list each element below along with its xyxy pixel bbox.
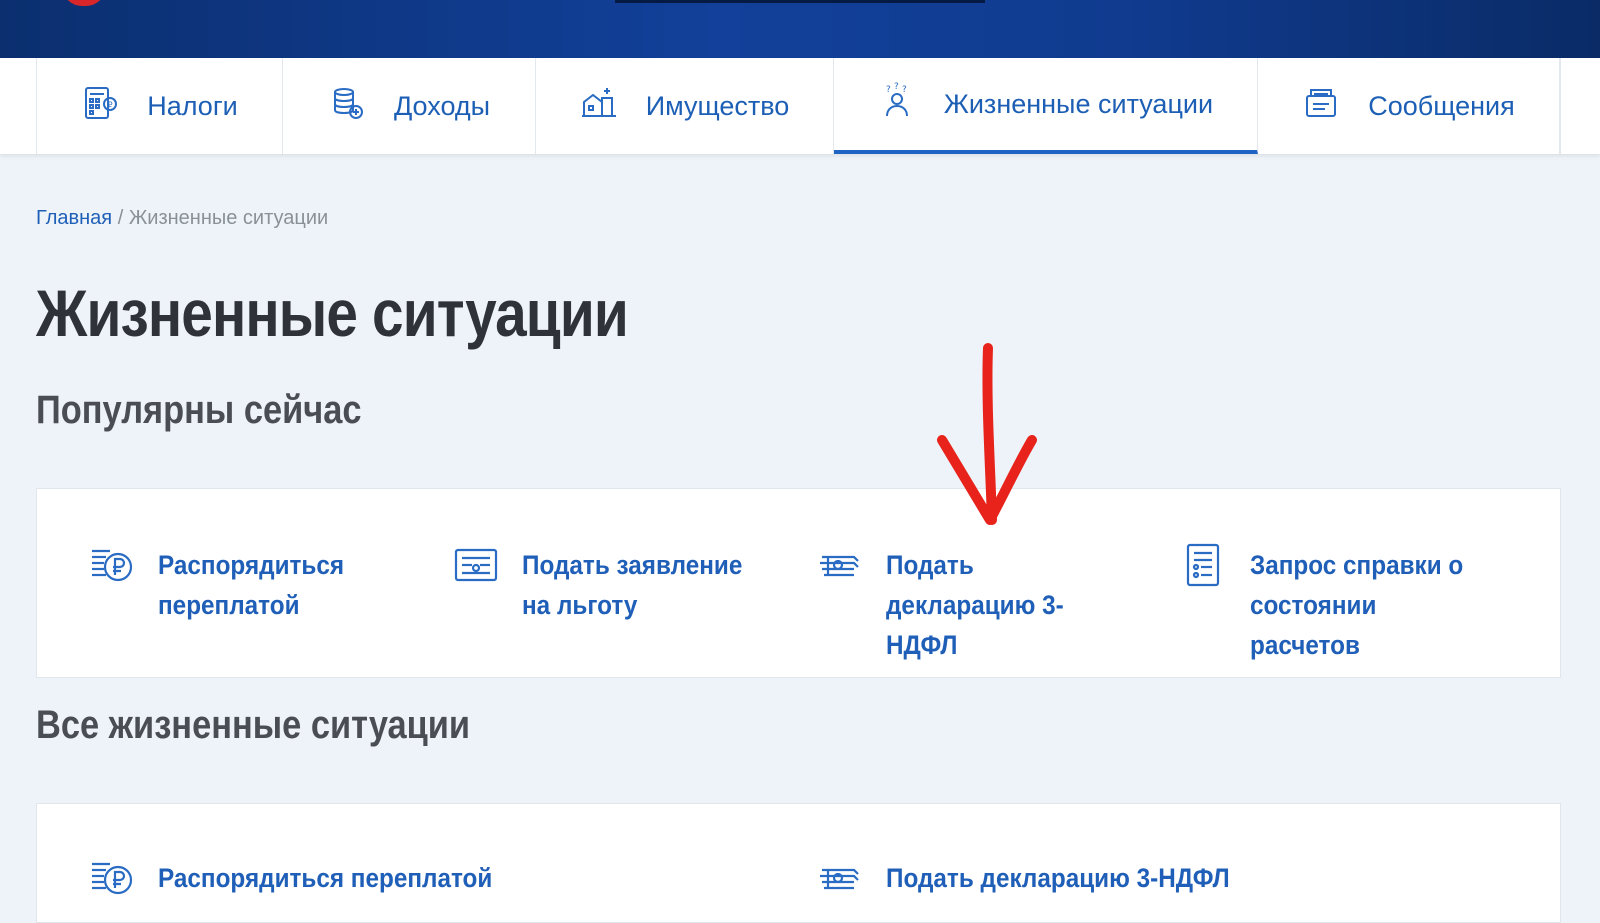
site-header — [0, 0, 1600, 58]
tab-life-situations[interactable]: ??? Жизненные ситуации — [834, 58, 1258, 154]
page-title: Жизненные ситуации — [36, 276, 629, 350]
svg-text:?: ? — [886, 85, 891, 95]
tab-property[interactable]: Имущество — [536, 58, 834, 154]
tab-taxes[interactable]: ₽ Налоги — [37, 58, 283, 154]
annotation-arrow — [937, 343, 1037, 525]
coins-icon — [328, 84, 366, 129]
tab-label: Доходы — [393, 90, 491, 121]
breadcrumb-home-link[interactable]: Главная — [36, 207, 112, 229]
tab-income[interactable]: Доходы — [283, 58, 536, 154]
tab-messages[interactable]: Сообщения — [1258, 58, 1560, 154]
declaration-icon — [818, 545, 862, 598]
popular-heading: Популярны сейчас — [36, 388, 362, 432]
header-strip — [615, 0, 985, 3]
item-label: Подать декларацию 3-НДФЛ — [886, 550, 1064, 660]
popular-item-3ndfl-declaration[interactable]: Подать декларацию 3-НДФЛ — [818, 545, 1148, 665]
popular-item-benefit-application[interactable]: Подать заявление на льготу — [454, 545, 784, 625]
svg-text:₽: ₽ — [108, 100, 113, 109]
svg-text:?: ? — [902, 85, 907, 95]
item-label: Распорядиться переплатой — [158, 550, 345, 620]
document-list-icon — [1182, 543, 1226, 598]
breadcrumb-current: Жизненные ситуации — [128, 207, 329, 229]
item-label: Распорядиться переплатой — [158, 863, 493, 893]
certificate-icon — [454, 545, 498, 598]
item-label: Запрос справки о состоянии расчетов — [1250, 550, 1464, 660]
popular-item-overpayment[interactable]: Распорядиться переплатой — [90, 545, 390, 625]
all-situations-heading: Все жизненные ситуации — [36, 703, 471, 747]
all-item-3ndfl-declaration[interactable]: Подать декларацию 3-НДФЛ — [818, 858, 1438, 911]
breadcrumb-separator: / — [117, 207, 124, 229]
nav-divider — [1560, 58, 1561, 154]
all-item-overpayment[interactable]: Распорядиться переплатой — [90, 858, 710, 911]
ruble-refund-icon — [90, 545, 134, 598]
svg-text:?: ? — [894, 82, 899, 92]
tab-label: Жизненные ситуации — [943, 88, 1214, 119]
tab-label: Сообщения — [1368, 90, 1515, 121]
main-nav: ₽ Налоги Доходы Имущество ??? Жизненные … — [0, 58, 1600, 154]
ruble-refund-icon — [90, 858, 134, 911]
popular-item-settlement-certificate[interactable]: Запрос справки о состоянии расчетов — [1182, 543, 1512, 665]
declaration-icon — [818, 858, 862, 911]
item-label: Подать заявление на льготу — [522, 550, 743, 620]
tab-label: Налоги — [147, 90, 238, 121]
item-label: Подать декларацию 3-НДФЛ — [886, 863, 1230, 893]
property-icon — [580, 84, 618, 129]
breadcrumb: Главная / Жизненные ситуации — [36, 207, 328, 230]
person-question-icon: ??? — [878, 82, 916, 127]
calculator-icon: ₽ — [81, 84, 119, 129]
tab-label: Имущество — [645, 90, 790, 121]
logo[interactable] — [62, 0, 106, 6]
message-icon — [1302, 84, 1340, 129]
